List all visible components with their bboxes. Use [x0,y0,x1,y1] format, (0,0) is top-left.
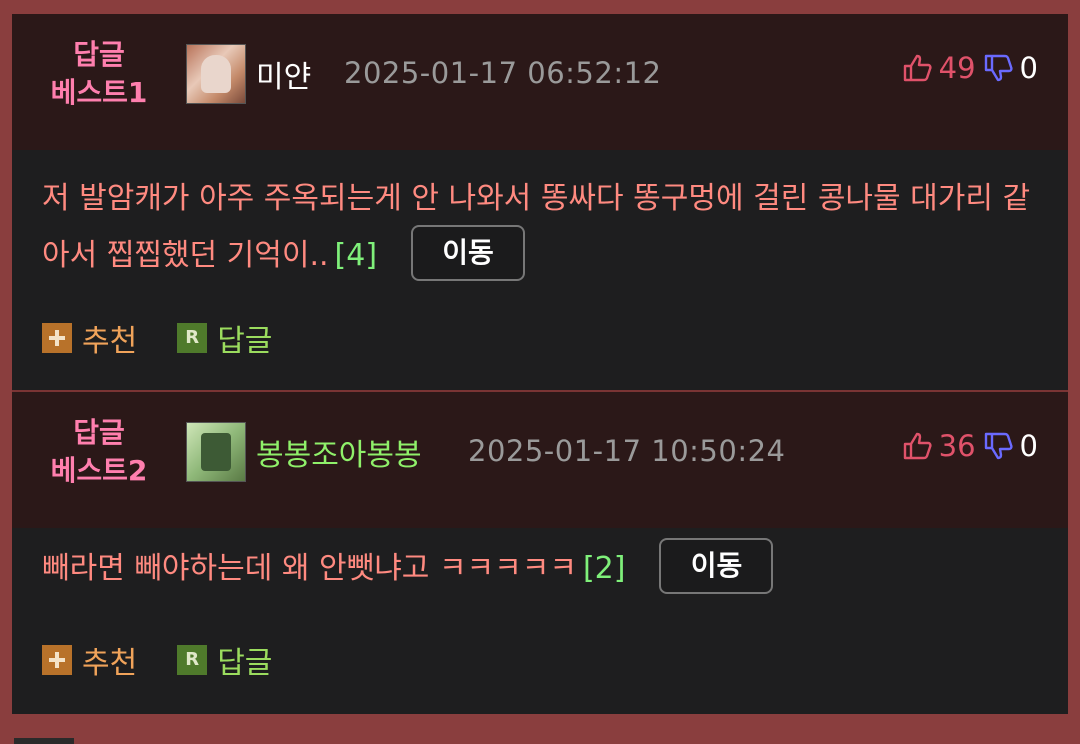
upvote-count: 36 [938,429,976,463]
avatar[interactable] [186,44,246,104]
reply-button[interactable]: R 답글 [177,316,272,360]
best-replies-panel: 답글 베스트1 미얀 2025-01-17 06:52:12 49 0 저 발암… [12,14,1068,714]
reply-r-icon: R [177,323,208,353]
thumbs-down-icon[interactable] [982,430,1014,462]
move-button[interactable]: 이동 [659,537,774,594]
reply-header: 답글 베스트2 봉봉조아봉봉 2025-01-17 10:50:24 36 0 [12,392,1068,528]
reply-text: 저 발암캐가 아주 주옥되는게 안 나와서 똥싸다 똥구멍에 걸린 콩나물 대가… [42,181,1031,273]
plus-icon [42,323,72,353]
reply-body: 저 발암캐가 아주 주옥되는게 안 나와서 똥싸다 똥구멍에 걸린 콩나물 대가… [12,150,1068,390]
reply-body: 빼라면 빼야하는데 왜 안뺏냐고 ㅋㅋㅋㅋㅋ [2] 이동 추천 R 답글 [12,528,1068,714]
best-badge: 답글 베스트1 [32,36,166,112]
reply-actions: 추천 R 답글 [42,316,272,360]
reply-label: 답글 [217,324,273,359]
reply-r-icon: R [177,645,208,675]
reply-label: 답글 [217,646,273,681]
thumbs-up-icon[interactable] [901,52,933,84]
thumbs-up-icon[interactable] [901,430,933,462]
recommend-button[interactable]: 추천 [42,638,137,682]
move-button[interactable]: 이동 [411,224,526,281]
best-badge-line2: 베스트1 [50,76,148,109]
avatar[interactable] [186,422,246,482]
next-item-edge [14,738,74,744]
reply-actions: 추천 R 답글 [42,638,272,682]
reply-text: 빼라면 빼야하는데 왜 안뺏냐고 ㅋㅋㅋㅋㅋ [42,551,577,586]
downvote-count: 0 [1019,429,1038,463]
recommend-label: 추천 [82,324,138,359]
best-badge-line1: 답글 [73,38,125,71]
reply-count[interactable]: [2] [583,551,626,586]
plus-icon [42,645,72,675]
post-date: 2025-01-17 10:50:24 [468,434,786,468]
recommend-label: 추천 [82,646,138,681]
best-badge-line2: 베스트2 [50,454,148,487]
nickname[interactable]: 미얀 [256,52,311,96]
recommend-button[interactable]: 추천 [42,316,137,360]
best-reply-2: 답글 베스트2 봉봉조아봉봉 2025-01-17 10:50:24 36 0 … [12,392,1068,714]
best-badge-line1: 답글 [73,416,125,449]
reply-text-block: 저 발암캐가 아주 주옥되는게 안 나와서 똥싸다 똥구멍에 걸린 콩나물 대가… [42,170,1048,285]
downvote-count: 0 [1019,51,1038,85]
nickname[interactable]: 봉봉조아봉봉 [256,430,422,474]
upvote-count: 49 [938,51,976,85]
thumbs-down-icon[interactable] [982,52,1014,84]
vote-area: 36 0 [901,428,1038,464]
reply-header: 답글 베스트1 미얀 2025-01-17 06:52:12 49 0 [12,14,1068,150]
vote-area: 49 0 [901,50,1038,86]
reply-text-block: 빼라면 빼야하는데 왜 안뺏냐고 ㅋㅋㅋㅋㅋ [2] 이동 [42,537,1048,598]
reply-button[interactable]: R 답글 [177,638,272,682]
best-reply-1: 답글 베스트1 미얀 2025-01-17 06:52:12 49 0 저 발암… [12,14,1068,390]
best-badge: 답글 베스트2 [32,414,166,490]
reply-count[interactable]: [4] [335,238,378,273]
post-date: 2025-01-17 06:52:12 [344,56,662,90]
